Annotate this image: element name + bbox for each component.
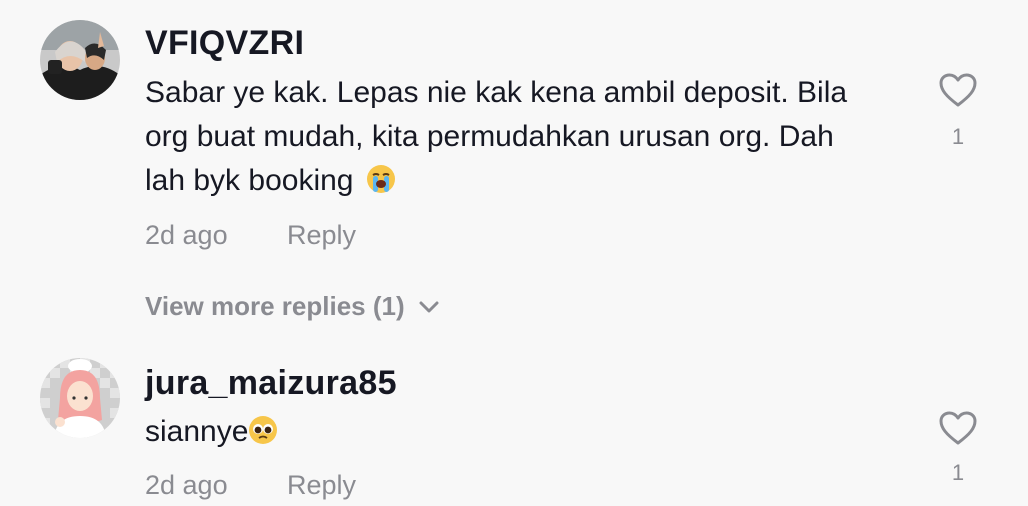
- like-button[interactable]: [938, 410, 978, 446]
- like-count: 1: [951, 460, 965, 485]
- comment-item: VFIQVZRI Sabar ye kak. Lepas nie kak ken…: [0, 0, 1028, 340]
- comments-panel: VFIQVZRI Sabar ye kak. Lepas nie kak ken…: [0, 0, 1028, 506]
- loudly-crying-face-icon: [366, 163, 396, 193]
- comment-text: Sabar ye kak. Lepas nie kak kena ambil d…: [145, 71, 905, 203]
- comment-text-line: siannye: [145, 415, 249, 448]
- comment-text: siannye: [145, 410, 905, 454]
- comment-username[interactable]: jura_maizura85: [145, 364, 397, 403]
- chevron-down-icon: [419, 301, 439, 312]
- like-button[interactable]: [938, 72, 978, 108]
- avatar[interactable]: [40, 20, 120, 100]
- comment-timestamp: 2d ago: [145, 470, 228, 500]
- pleading-face-icon: [248, 414, 278, 444]
- reply-button[interactable]: Reply: [287, 220, 356, 251]
- view-more-replies-button[interactable]: View more replies (1): [145, 291, 439, 322]
- comment-timestamp: 2d ago: [145, 220, 228, 250]
- reply-button[interactable]: Reply: [287, 470, 356, 501]
- avatar[interactable]: [40, 358, 120, 438]
- comment-text-line-last: lah byk booking: [145, 159, 905, 203]
- like-count: 1: [951, 124, 965, 149]
- comment-item: jura_maizura85 siannye 2d ago Reply 1: [0, 340, 1028, 506]
- view-more-replies-label: View more replies (1): [145, 291, 405, 321]
- comment-text-line: org buat mudah, kita permudahkan urusan …: [145, 120, 834, 153]
- heart-icon: [939, 73, 977, 107]
- comment-username[interactable]: VFIQVZRI: [145, 24, 304, 63]
- comment-text-line: Sabar ye kak. Lepas nie kak kena ambil d…: [145, 76, 848, 109]
- comment-text-line: lah byk booking: [145, 164, 354, 197]
- heart-icon: [939, 411, 977, 445]
